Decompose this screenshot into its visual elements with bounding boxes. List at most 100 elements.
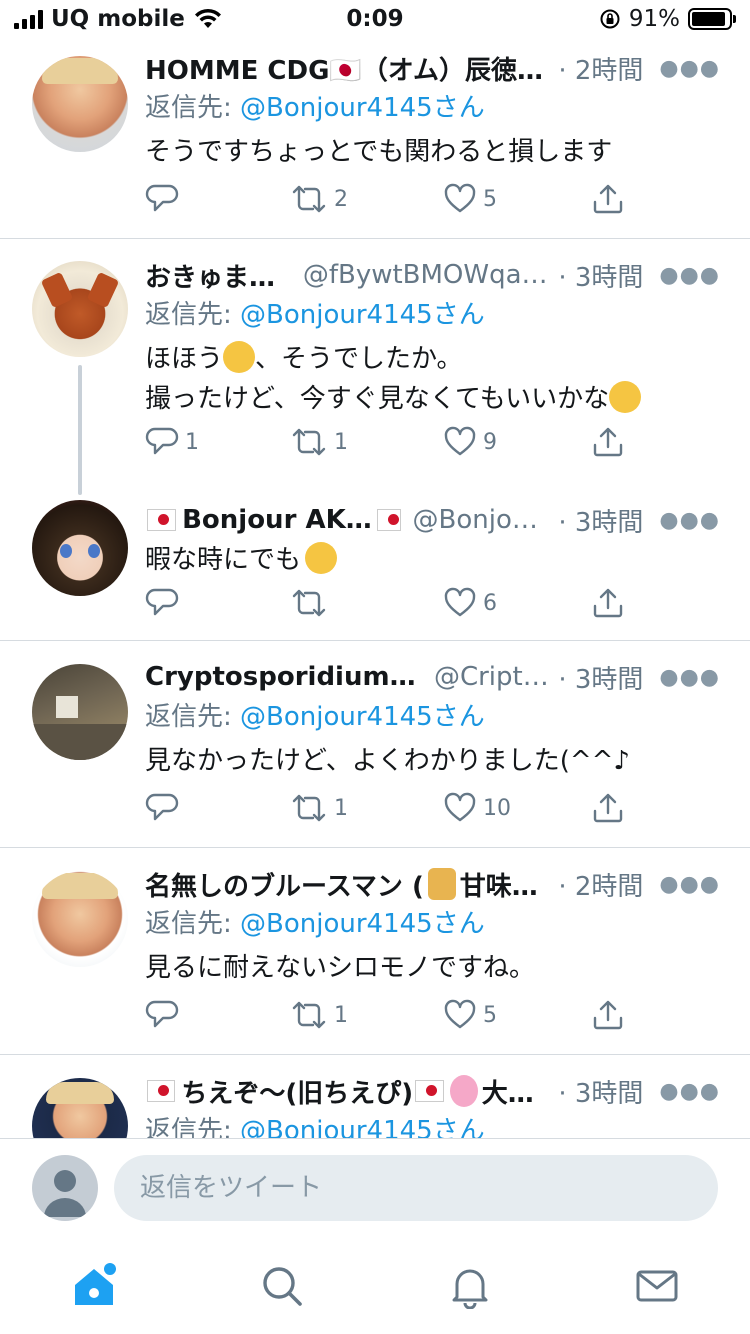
reply-button[interactable] bbox=[145, 182, 185, 216]
more-options-icon[interactable]: ●●● bbox=[643, 665, 720, 690]
handle[interactable]: @Bonjour… bbox=[413, 505, 551, 535]
display-name[interactable]: Cryptosporidium_FLG bbox=[145, 662, 424, 692]
tweet-item[interactable]: HOMME CDG🇯🇵（オム）辰徳バ… · 2時間 ●●● 返信先: @Bonj… bbox=[0, 40, 750, 239]
like-button[interactable]: 6 bbox=[443, 586, 497, 620]
retweet-count: 1 bbox=[334, 795, 348, 821]
avatar[interactable] bbox=[32, 500, 128, 596]
mention-link[interactable]: @Bonjour4145さん bbox=[240, 909, 485, 939]
like-button[interactable]: 10 bbox=[443, 791, 511, 825]
avatar[interactable] bbox=[32, 261, 128, 357]
timestamp[interactable]: · 3時間 bbox=[558, 257, 643, 294]
share-button[interactable] bbox=[591, 182, 625, 216]
tweet-text-part: 、そうでしたか。 bbox=[255, 344, 463, 374]
timestamp[interactable]: · 3時間 bbox=[558, 659, 643, 696]
tweet-item[interactable]: ちえぞ〜(旧ちえぴ) 大和… · 3時間 ●●● 返信先: @Bonjour41… bbox=[0, 1055, 750, 1138]
battery-percent: 91% bbox=[628, 6, 680, 32]
display-name-suffix[interactable]: 大和… bbox=[482, 1073, 551, 1110]
tweet-text: 暇な時にでも bbox=[145, 540, 720, 580]
share-button[interactable] bbox=[591, 998, 625, 1032]
default-avatar-icon[interactable] bbox=[32, 1155, 98, 1221]
mention-link[interactable]: @Bonjour4145さん bbox=[240, 1116, 485, 1138]
more-options-icon[interactable]: ●●● bbox=[643, 508, 720, 533]
tab-home[interactable] bbox=[64, 1256, 124, 1316]
avatar[interactable] bbox=[32, 56, 128, 152]
mention-link[interactable]: @Bonjour4145さん bbox=[240, 93, 485, 123]
reply-timeline[interactable]: HOMME CDG🇯🇵（オム）辰徳バ… · 2時間 ●●● 返信先: @Bonj… bbox=[0, 40, 750, 1138]
tweet-item[interactable]: Bonjour AKIRA @Bonjour… · 3時間 ●●● 暇な時にでも bbox=[0, 482, 750, 641]
display-name[interactable]: ちえぞ〜(旧ちえぴ) bbox=[181, 1073, 413, 1110]
tweet-text-part: ほほう bbox=[145, 344, 224, 374]
heart-icon bbox=[444, 426, 476, 456]
retweet-button[interactable]: 1 bbox=[290, 425, 348, 459]
reply-button[interactable] bbox=[145, 998, 185, 1032]
notifications-icon bbox=[452, 1269, 488, 1309]
retweet-button[interactable]: 1 bbox=[290, 998, 348, 1032]
avatar[interactable] bbox=[32, 871, 128, 967]
mention-link[interactable]: @Bonjour4145さん bbox=[240, 702, 485, 732]
share-icon bbox=[593, 427, 623, 457]
reply-button[interactable]: 1 bbox=[145, 425, 199, 459]
heart-icon bbox=[444, 792, 476, 822]
tweet-item[interactable]: 名無しのブルースマン ( 甘味亭… · 2時間 ●●● 返信先: @Bonjou… bbox=[0, 848, 750, 1055]
neutral-face-emoji-icon bbox=[609, 381, 642, 413]
reply-button[interactable] bbox=[145, 586, 185, 620]
tweet-item[interactable]: おきゅまきゅ @fBywtBMOWqap… · 3時間 ●●● 返信先: @Bo… bbox=[0, 239, 750, 495]
like-button[interactable]: 9 bbox=[443, 425, 497, 459]
avatar[interactable] bbox=[32, 664, 128, 760]
more-options-icon[interactable]: ●●● bbox=[643, 872, 720, 897]
tweet-actions: 2 5 bbox=[145, 182, 645, 222]
search-icon bbox=[263, 1267, 302, 1306]
share-button[interactable] bbox=[591, 791, 625, 825]
like-count: 9 bbox=[483, 429, 497, 455]
home-icon bbox=[75, 1263, 116, 1305]
reply-prefix: 返信先: bbox=[145, 1116, 241, 1138]
retweet-icon bbox=[292, 1001, 326, 1029]
display-name[interactable]: HOMME CDG🇯🇵（オム）辰徳バ… bbox=[145, 50, 550, 87]
like-count: 10 bbox=[483, 795, 511, 821]
like-button[interactable]: 5 bbox=[443, 182, 497, 216]
display-name[interactable]: Bonjour AKIRA bbox=[182, 505, 375, 535]
share-button[interactable] bbox=[591, 586, 625, 620]
timestamp[interactable]: · 3時間 bbox=[558, 1073, 643, 1110]
status-bar: UQ mobile 0:09 91% bbox=[0, 0, 750, 40]
reply-icon bbox=[145, 588, 179, 616]
tweet-text: ほほう 、そうでしたか。 撮ったけど、今すぐ見なくてもいいかな bbox=[145, 339, 720, 419]
tweet-text: 見るに耐えないシロモノですね。 bbox=[145, 953, 536, 983]
display-name[interactable]: おきゅまきゅ bbox=[145, 257, 293, 294]
display-name[interactable]: 名無しのブルースマン ( bbox=[145, 866, 424, 903]
share-icon bbox=[593, 793, 623, 823]
retweet-count: 1 bbox=[334, 429, 348, 455]
share-button[interactable] bbox=[591, 425, 625, 459]
reply-context: 返信先: @Bonjour4145さん bbox=[145, 295, 720, 335]
retweet-count: 2 bbox=[334, 186, 348, 212]
japan-flag-icon bbox=[147, 509, 177, 531]
tab-search[interactable] bbox=[252, 1256, 312, 1316]
timestamp[interactable]: · 2時間 bbox=[558, 50, 643, 87]
retweet-count: 1 bbox=[334, 1002, 348, 1028]
handle[interactable]: @Cripto… bbox=[434, 662, 550, 692]
more-options-icon[interactable]: ●●● bbox=[643, 1079, 720, 1104]
reply-input[interactable] bbox=[114, 1155, 718, 1221]
reply-context: 返信先: @Bonjour4145さん bbox=[145, 904, 720, 944]
share-icon bbox=[593, 1000, 623, 1030]
mention-link[interactable]: @Bonjour4145さん bbox=[240, 300, 485, 330]
handle[interactable]: @fBywtBMOWqap… bbox=[303, 260, 551, 290]
more-options-icon[interactable]: ●●● bbox=[643, 56, 720, 81]
avatar[interactable] bbox=[32, 1078, 128, 1138]
japan-flag-icon bbox=[147, 1080, 176, 1102]
tab-notifications[interactable] bbox=[440, 1256, 500, 1316]
retweet-button[interactable]: 1 bbox=[290, 791, 348, 825]
timestamp[interactable]: · 3時間 bbox=[558, 502, 643, 539]
orientation-lock-icon bbox=[600, 9, 620, 29]
display-name-suffix[interactable]: 甘味亭… bbox=[460, 866, 551, 903]
like-count: 5 bbox=[483, 186, 497, 212]
timestamp[interactable]: · 2時間 bbox=[558, 866, 643, 903]
like-button[interactable]: 5 bbox=[443, 998, 497, 1032]
tab-messages[interactable] bbox=[627, 1256, 687, 1316]
reply-button[interactable] bbox=[145, 791, 185, 825]
tweet-item[interactable]: Cryptosporidium_FLG @Cripto… · 3時間 ●●● 返… bbox=[0, 641, 750, 848]
more-options-icon[interactable]: ●●● bbox=[643, 263, 720, 288]
retweet-button[interactable] bbox=[290, 586, 334, 620]
retweet-icon bbox=[292, 589, 326, 617]
retweet-button[interactable]: 2 bbox=[290, 182, 348, 216]
